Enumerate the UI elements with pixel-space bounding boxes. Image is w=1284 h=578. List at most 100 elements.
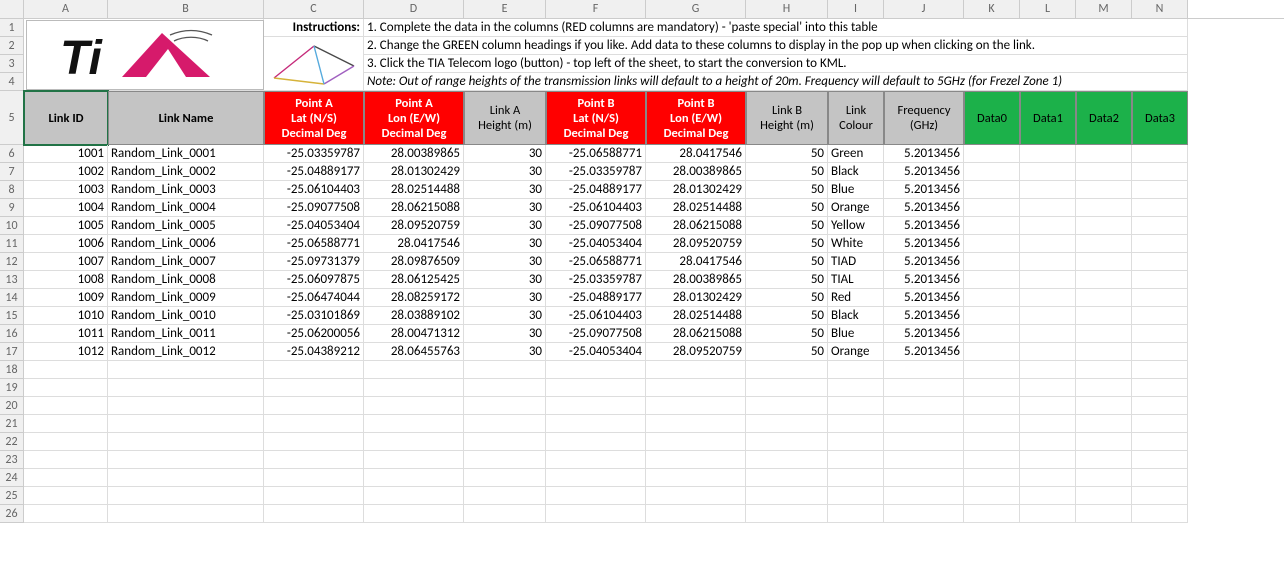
cell-link-name[interactable]: Random_Link_0010: [108, 307, 264, 325]
hdr-pa-lat[interactable]: Point ALat (N/S)Decimal Deg: [264, 91, 364, 145]
colhead-G[interactable]: G: [646, 0, 746, 18]
hdr-pa-lon[interactable]: Point ALon (E/W)Decimal Deg: [364, 91, 464, 145]
instr-1[interactable]: 1. Complete the data in the columns (RED…: [364, 19, 1188, 37]
tia-logo-button[interactable]: Ti: [26, 20, 264, 90]
cell-blon[interactable]: 28.0417546: [646, 253, 746, 271]
empty-cell[interactable]: [24, 505, 108, 523]
hdr-link-colour[interactable]: LinkColour: [828, 91, 884, 145]
cell-d2[interactable]: [1076, 307, 1132, 325]
empty-cell[interactable]: [1020, 487, 1076, 505]
cell-blat[interactable]: -25.04053404: [546, 343, 646, 361]
cell-d3[interactable]: [1132, 181, 1188, 199]
cell-link-name[interactable]: Random_Link_0005: [108, 217, 264, 235]
cell-d1[interactable]: [1020, 199, 1076, 217]
cell-colour[interactable]: Orange: [828, 199, 884, 217]
cell-colour[interactable]: Green: [828, 145, 884, 163]
empty-cell[interactable]: [746, 361, 828, 379]
cell-alon[interactable]: 28.00389865: [364, 145, 464, 163]
empty-cell[interactable]: [746, 415, 828, 433]
rowhead-2[interactable]: 2: [0, 37, 24, 55]
cell-d0[interactable]: [964, 217, 1020, 235]
cell-blon[interactable]: 28.00389865: [646, 163, 746, 181]
cell-blon[interactable]: 28.09520759: [646, 343, 746, 361]
cell-bh[interactable]: 50: [746, 343, 828, 361]
cell-freq[interactable]: 5.2013456: [884, 217, 964, 235]
cell-link-id[interactable]: 1006: [24, 235, 108, 253]
empty-cell[interactable]: [546, 361, 646, 379]
cell-d0[interactable]: [964, 181, 1020, 199]
empty-cell[interactable]: [964, 505, 1020, 523]
cell-link-name[interactable]: Random_Link_0008: [108, 271, 264, 289]
empty-cell[interactable]: [24, 379, 108, 397]
cell-ah[interactable]: 30: [464, 217, 546, 235]
empty-cell[interactable]: [1076, 433, 1132, 451]
cell-d1[interactable]: [1020, 217, 1076, 235]
hdr-data3[interactable]: Data3: [1132, 91, 1188, 145]
empty-cell[interactable]: [828, 487, 884, 505]
empty-cell[interactable]: [828, 415, 884, 433]
colhead-K[interactable]: K: [964, 0, 1020, 18]
empty-cell[interactable]: [646, 469, 746, 487]
empty-cell[interactable]: [546, 451, 646, 469]
empty-cell[interactable]: [1132, 487, 1188, 505]
rowhead-7[interactable]: 7: [0, 163, 24, 181]
cell-freq[interactable]: 5.2013456: [884, 271, 964, 289]
cell-ah[interactable]: 30: [464, 271, 546, 289]
cell-blon[interactable]: 28.06215088: [646, 325, 746, 343]
cell-bh[interactable]: 50: [746, 271, 828, 289]
cell-d2[interactable]: [1076, 145, 1132, 163]
empty-cell[interactable]: [1076, 469, 1132, 487]
empty-cell[interactable]: [1132, 397, 1188, 415]
empty-cell[interactable]: [964, 451, 1020, 469]
empty-cell[interactable]: [108, 469, 264, 487]
cell-d0[interactable]: [964, 199, 1020, 217]
rowhead-15[interactable]: 15: [0, 307, 24, 325]
colhead-J[interactable]: J: [884, 0, 964, 18]
cell-alat[interactable]: -25.06104403: [264, 181, 364, 199]
empty-cell[interactable]: [1076, 361, 1132, 379]
colhead-H[interactable]: H: [746, 0, 828, 18]
empty-cell[interactable]: [264, 469, 364, 487]
empty-cell[interactable]: [546, 415, 646, 433]
rowhead-11[interactable]: 11: [0, 235, 24, 253]
cell-freq[interactable]: 5.2013456: [884, 253, 964, 271]
cell-blat[interactable]: -25.09077508: [546, 325, 646, 343]
empty-cell[interactable]: [264, 451, 364, 469]
empty-cell[interactable]: [884, 379, 964, 397]
cell-d3[interactable]: [1132, 307, 1188, 325]
rowhead-25[interactable]: 25: [0, 487, 24, 505]
empty-cell[interactable]: [746, 451, 828, 469]
empty-cell[interactable]: [1076, 451, 1132, 469]
empty-cell[interactable]: [108, 379, 264, 397]
empty-cell[interactable]: [964, 361, 1020, 379]
cell-bh[interactable]: 50: [746, 217, 828, 235]
instr-2[interactable]: 2. Change the GREEN column headings if y…: [364, 37, 1188, 55]
empty-cell[interactable]: [364, 487, 464, 505]
empty-cell[interactable]: [964, 397, 1020, 415]
empty-cell[interactable]: [964, 379, 1020, 397]
cell-blon[interactable]: 28.09520759: [646, 235, 746, 253]
empty-cell[interactable]: [884, 415, 964, 433]
empty-cell[interactable]: [24, 415, 108, 433]
empty-cell[interactable]: [884, 451, 964, 469]
cell-blat[interactable]: -25.03359787: [546, 163, 646, 181]
empty-cell[interactable]: [364, 469, 464, 487]
cell-bh[interactable]: 50: [746, 181, 828, 199]
cell-d2[interactable]: [1076, 343, 1132, 361]
empty-cell[interactable]: [364, 415, 464, 433]
empty-cell[interactable]: [1020, 361, 1076, 379]
cell-d3[interactable]: [1132, 235, 1188, 253]
empty-cell[interactable]: [1020, 469, 1076, 487]
rowhead-10[interactable]: 10: [0, 217, 24, 235]
cell-d1[interactable]: [1020, 307, 1076, 325]
cell-link-name[interactable]: Random_Link_0002: [108, 163, 264, 181]
colhead-D[interactable]: D: [364, 0, 464, 18]
colhead-C[interactable]: C: [264, 0, 364, 18]
cell-link-id[interactable]: 1008: [24, 271, 108, 289]
colhead-F[interactable]: F: [546, 0, 646, 18]
empty-cell[interactable]: [828, 379, 884, 397]
empty-cell[interactable]: [884, 361, 964, 379]
cell-link-name[interactable]: Random_Link_0001: [108, 145, 264, 163]
cell-d1[interactable]: [1020, 325, 1076, 343]
cell-blat[interactable]: -25.06588771: [546, 145, 646, 163]
